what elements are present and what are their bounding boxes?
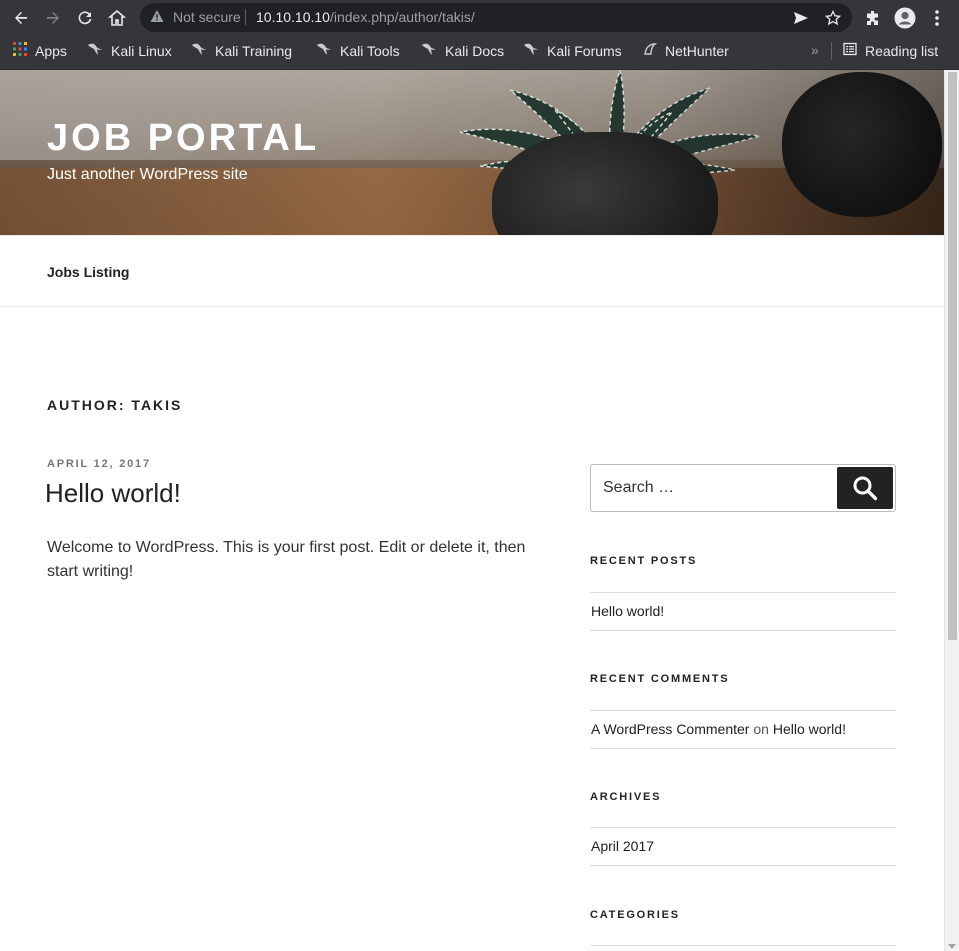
widget-list-recent-posts: Hello world!: [590, 592, 896, 631]
nav-link-jobs-listing[interactable]: Jobs Listing: [47, 264, 129, 280]
post-date[interactable]: APRIL 12, 2017: [47, 458, 151, 470]
categories-divider: [590, 945, 896, 946]
bookmark-label: Kali Tools: [340, 42, 400, 59]
widget-title-recent-posts: RECENT POSTS: [590, 555, 698, 567]
nethunter-icon: [643, 42, 658, 59]
reading-list-button[interactable]: Reading list: [843, 42, 938, 59]
search-form: Search …: [590, 464, 896, 512]
archive-link[interactable]: April 2017: [591, 838, 654, 854]
bookmark-label: Apps: [35, 42, 67, 59]
site-navigation: Jobs Listing: [0, 235, 944, 307]
kali-dragon-icon: [87, 42, 103, 59]
page-viewport: JOB PORTAL Just another WordPress site J…: [0, 70, 944, 951]
security-label[interactable]: Not secure: [173, 9, 241, 25]
site-description: Just another WordPress site: [47, 166, 248, 183]
forward-icon[interactable]: [40, 5, 66, 31]
bookmark-kali-training[interactable]: Kali Training: [191, 42, 292, 59]
list-item: A WordPress Commenter on Hello world!: [590, 711, 896, 748]
list-item[interactable]: Hello world!: [590, 593, 896, 630]
bookmark-label: Kali Docs: [445, 42, 505, 59]
kali-dragon-icon: [191, 42, 207, 59]
reading-list-icon: [843, 42, 857, 59]
list-item[interactable]: April 2017: [590, 828, 896, 865]
menu-kebab-icon[interactable]: [924, 5, 950, 31]
post-title-link[interactable]: Hello world!: [45, 478, 181, 509]
recent-post-link[interactable]: Hello world!: [591, 603, 664, 619]
url-host: 10.10.10.10: [256, 9, 330, 25]
bookmark-label: Kali Linux: [111, 42, 172, 59]
bookmark-kali-linux[interactable]: Kali Linux: [87, 42, 172, 59]
widget-list-archives: April 2017: [590, 827, 896, 866]
widget-title-categories: CATEGORIES: [590, 909, 680, 921]
reload-icon[interactable]: [72, 5, 98, 31]
search-button[interactable]: [837, 467, 893, 509]
send-icon[interactable]: [788, 5, 814, 31]
profile-avatar-icon[interactable]: [892, 5, 918, 31]
search-icon: [853, 476, 878, 501]
bookmark-kali-docs[interactable]: Kali Docs: [421, 42, 504, 59]
url-text[interactable]: 10.10.10.10/index.php/author/takis/: [256, 9, 475, 25]
bookmark-label: Kali Forums: [547, 42, 622, 59]
omnibox-separator: [245, 9, 246, 25]
kali-dragon-icon: [421, 42, 437, 59]
reading-list-label: Reading list: [865, 42, 939, 59]
bookmark-star-icon[interactable]: [820, 5, 846, 31]
comment-author-link[interactable]: A WordPress Commenter: [591, 721, 749, 737]
site-title[interactable]: JOB PORTAL: [47, 117, 319, 160]
bookmarks-divider: [831, 42, 832, 60]
archive-title: AUTHOR: TAKIS: [47, 397, 183, 413]
extensions-icon[interactable]: [860, 5, 886, 31]
home-icon[interactable]: [104, 5, 130, 31]
post-excerpt: Welcome to WordPress. This is your first…: [47, 539, 526, 580]
bookmark-label: Kali Training: [215, 42, 293, 59]
bookmark-nethunter[interactable]: NetHunter: [643, 42, 729, 59]
bookmark-apps[interactable]: Apps: [13, 42, 67, 59]
kali-dragon-icon: [523, 42, 539, 59]
back-icon[interactable]: [8, 5, 34, 31]
warning-icon[interactable]: [150, 9, 164, 28]
bookmark-kali-tools[interactable]: Kali Tools: [316, 42, 400, 59]
search-input[interactable]: Search …: [603, 479, 674, 497]
widget-title-recent-comments: RECENT COMMENTS: [590, 673, 730, 685]
comment-post-link[interactable]: Hello world!: [773, 721, 846, 737]
widget-list-recent-comments: A WordPress Commenter on Hello world!: [590, 710, 896, 749]
browser-toolbar: Not secure 10.10.10.10/index.php/author/…: [0, 0, 959, 35]
comment-joiner: on: [753, 721, 769, 737]
scroll-down-arrow-icon[interactable]: [948, 944, 956, 949]
bookmark-label: NetHunter: [665, 42, 729, 59]
scrollbar-thumb[interactable]: [948, 72, 957, 640]
apps-grid-icon: [13, 42, 27, 59]
bookmarks-overflow-chevron[interactable]: »: [811, 42, 819, 58]
page-scrollbar[interactable]: [944, 70, 959, 951]
address-bar[interactable]: [140, 3, 852, 32]
site-header: JOB PORTAL Just another WordPress site: [0, 70, 944, 235]
kali-dragon-icon: [316, 42, 332, 59]
url-path: /index.php/author/takis/: [329, 9, 475, 25]
bookmark-kali-forums[interactable]: Kali Forums: [523, 42, 622, 59]
widget-title-archives: ARCHIVES: [590, 791, 662, 803]
